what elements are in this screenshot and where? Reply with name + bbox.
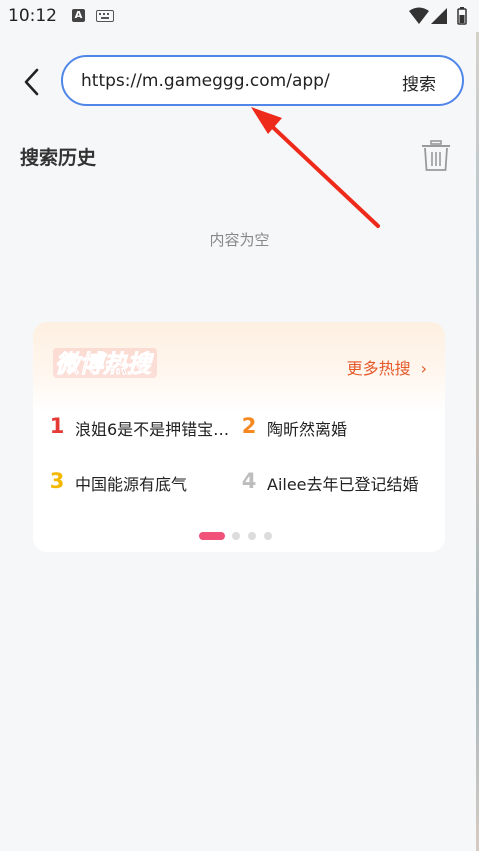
wifi-icon [409,7,429,24]
signal-icon [431,8,447,24]
status-icons [409,7,467,25]
notification-badge-icon: A [72,9,85,22]
weibo-hot-logo[interactable]: 微博热搜 [53,344,159,384]
page-dot [248,532,256,540]
hot-text: 中国能源有底气 [75,475,188,494]
battery-icon [457,7,467,25]
hot-text: 浪姐6是不是押错宝… [75,420,230,439]
back-button[interactable] [18,64,46,100]
weibo-logo-text: 微博热搜 [55,350,155,378]
weibo-hot-search-card: 微博热搜 更多热搜 › 1 浪姐6是不是押错宝… 2 陶昕然离婚 3 中国能源有底… [33,322,445,552]
hot-rank: 3 [49,469,65,493]
hot-text: Ailee去年已登记结婚 [267,475,419,494]
hot-rank: 4 [241,469,257,493]
hot-item-2[interactable]: 2 陶昕然离婚 [239,414,439,444]
hot-text: 陶昕然离婚 [267,420,348,439]
status-bar: 10:12 A [0,0,479,32]
chevron-right-icon: › [420,359,427,378]
keyboard-icon [96,10,114,22]
chevron-left-icon [24,68,39,96]
hot-item-4[interactable]: 4 Ailee去年已登记结婚 [239,469,443,499]
hot-rank: 1 [49,414,65,438]
hot-rank: 2 [241,414,257,438]
page-dot [264,532,272,540]
more-hot-label: 更多热搜 [346,359,411,378]
url-search-input[interactable] [81,69,381,93]
empty-history-text: 内容为空 [209,231,270,249]
page-dot-active [199,532,225,540]
hot-item-1[interactable]: 1 浪姐6是不是押错宝… [47,414,237,444]
search-box[interactable]: 搜索 [61,55,464,106]
trash-icon[interactable] [421,140,451,172]
search-history-title: 搜索历史 [20,147,97,169]
hot-item-3[interactable]: 3 中国能源有底气 [47,469,237,499]
page-dot [232,532,240,540]
more-hot-search-link[interactable]: 更多热搜 › [347,355,427,379]
search-button[interactable]: 搜索 [402,70,436,95]
status-time: 10:12 [8,6,57,26]
